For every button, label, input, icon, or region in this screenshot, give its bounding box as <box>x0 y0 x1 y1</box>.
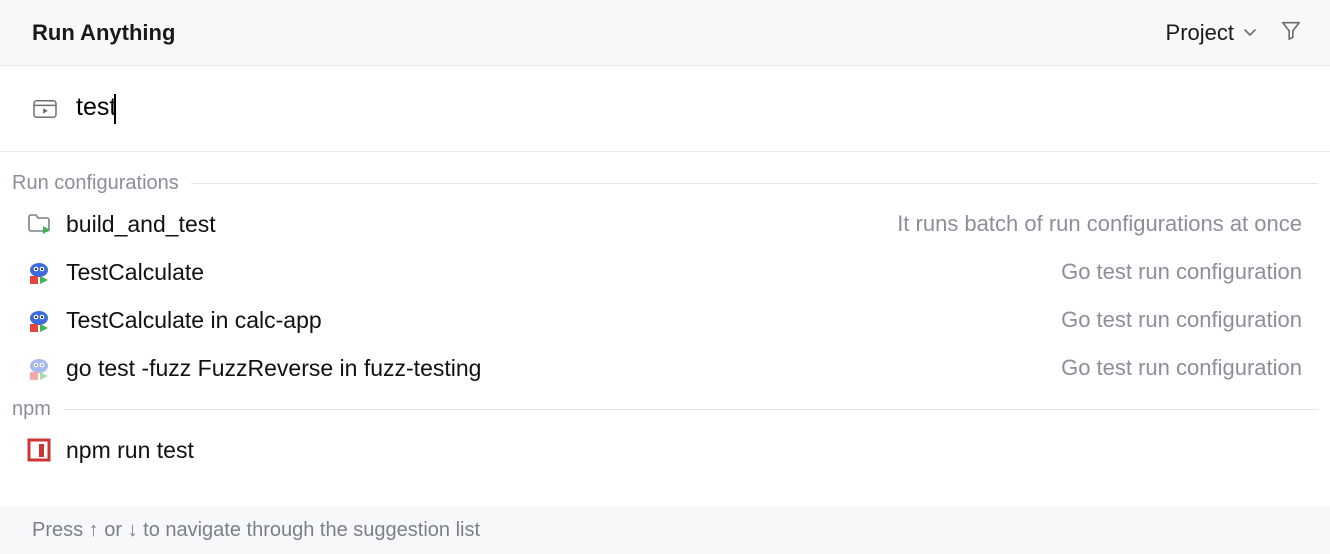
search-value: test <box>76 93 116 121</box>
chevron-down-icon <box>1242 20 1258 46</box>
section-title: Run configurations <box>12 172 179 195</box>
section-header-npm: npm <box>0 392 1330 426</box>
result-label: npm run test <box>66 437 1288 464</box>
filter-icon <box>1280 19 1302 46</box>
result-desc: Go test run configuration <box>1061 355 1302 381</box>
filter-button[interactable] <box>1280 19 1302 46</box>
result-desc: It runs batch of run configurations at o… <box>897 211 1302 237</box>
footer-hint: Press ↑ or ↓ to navigate through the sug… <box>32 519 480 542</box>
result-row[interactable]: TestCalculate in calc-app Go test run co… <box>0 296 1330 344</box>
result-row[interactable]: go test -fuzz FuzzReverse in fuzz-testin… <box>0 344 1330 392</box>
scope-selector[interactable]: Project <box>1166 20 1258 46</box>
search-input[interactable]: test <box>76 93 1298 123</box>
scope-label: Project <box>1166 20 1234 46</box>
result-row[interactable]: TestCalculate Go test run configuration <box>0 248 1330 296</box>
section-divider <box>63 409 1318 410</box>
go-test-icon <box>26 307 52 333</box>
results-body: Run configurations build_and_test It run… <box>0 152 1330 506</box>
result-label: go test -fuzz FuzzReverse in fuzz-testin… <box>66 355 1047 382</box>
run-prompt-icon <box>32 98 58 120</box>
titlebar: Run Anything Project <box>0 0 1330 66</box>
section-divider <box>191 183 1318 184</box>
result-label: build_and_test <box>66 211 883 238</box>
section-header-run-configs: Run configurations <box>0 166 1330 200</box>
go-test-dim-icon <box>26 355 52 381</box>
result-label: TestCalculate in calc-app <box>66 307 1047 334</box>
result-desc: Go test run configuration <box>1061 307 1302 333</box>
result-row[interactable]: npm run test <box>0 426 1330 474</box>
folder-run-icon <box>26 211 52 237</box>
result-row[interactable]: build_and_test It runs batch of run conf… <box>0 200 1330 248</box>
footer-hint-bar: Press ↑ or ↓ to navigate through the sug… <box>0 506 1330 554</box>
go-test-icon <box>26 259 52 285</box>
text-caret <box>114 94 116 124</box>
npm-icon <box>26 437 52 463</box>
result-label: TestCalculate <box>66 259 1047 286</box>
section-title: npm <box>12 398 51 421</box>
dialog-title: Run Anything <box>32 20 175 46</box>
search-bar: test <box>0 66 1330 152</box>
result-desc: Go test run configuration <box>1061 259 1302 285</box>
